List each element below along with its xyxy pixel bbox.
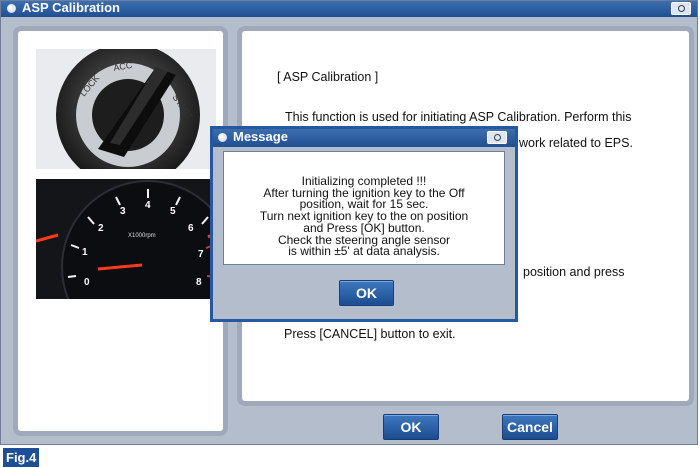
ignition-switch-image: LOCK ACC ON START: [36, 49, 216, 169]
window-title: ASP Calibration: [22, 0, 121, 15]
figure-label: Fig.4: [3, 448, 40, 467]
message-line: is within ±5' at data analysis.: [288, 244, 440, 259]
cancel-button[interactable]: Cancel: [502, 414, 558, 440]
gauge-number-2: 2: [98, 223, 104, 234]
ok-button[interactable]: OK: [383, 414, 439, 440]
camera-icon[interactable]: [671, 2, 691, 15]
exit-instruction: Press [CANCEL] button to exit.: [284, 327, 456, 341]
instruction-line-2: work related to EPS.: [519, 136, 633, 150]
dialog-menu-icon[interactable]: [218, 133, 227, 142]
message-dialog: Message Initializing completed !!! After…: [210, 126, 518, 322]
gauge-number-1: 1: [82, 247, 88, 258]
dialog-title-bar: Message: [213, 129, 515, 147]
gauge-number-5: 5: [170, 206, 176, 217]
dialog-camera-icon[interactable]: [487, 131, 507, 144]
dialog-ok-button[interactable]: OK: [339, 280, 394, 306]
gauge-number-6: 6: [188, 223, 194, 234]
message-text-box: Initializing completed !!! After turning…: [223, 151, 505, 265]
gauge-number-4: 4: [145, 200, 151, 211]
dialog-title: Message: [233, 129, 288, 144]
instruction-line-1: This function is used for initiating ASP…: [285, 110, 632, 124]
illustration-panel: LOCK ACC ON START 0 1: [13, 26, 228, 436]
gauge-number-7: 7: [198, 249, 204, 260]
instruction-line-3: position and press: [523, 265, 625, 279]
gauge-number-8: 8: [196, 277, 202, 288]
window-title-bar: ASP Calibration: [1, 0, 697, 17]
window-menu-icon[interactable]: [7, 4, 16, 13]
tachometer-image: 0 1 2 3 4 5 6 7 8 X1000rpm: [36, 179, 216, 299]
gauge-unit-label: X1000rpm: [128, 233, 156, 239]
gauge-number-3: 3: [120, 206, 126, 217]
gauge-number-0: 0: [84, 277, 90, 288]
instruction-heading: [ ASP Calibration ]: [277, 70, 379, 84]
